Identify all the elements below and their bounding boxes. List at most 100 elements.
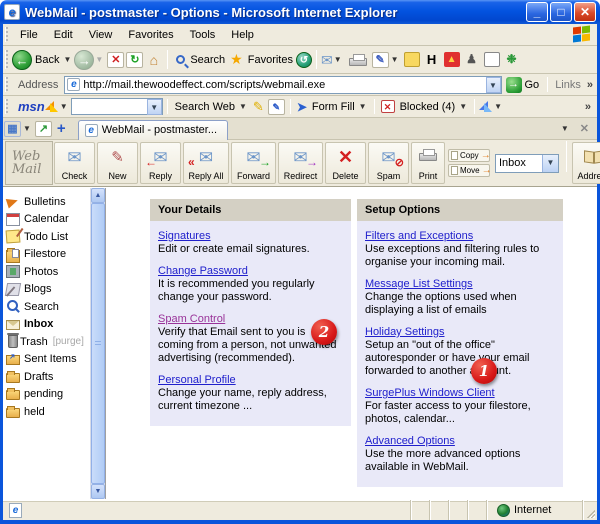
address-dropdown-icon[interactable]: ▼	[486, 77, 501, 93]
messenger-note-icon[interactable]	[404, 52, 420, 67]
highlight-viewer-icon[interactable]: ✎	[268, 99, 285, 115]
personal-profile-link[interactable]: Personal Profile	[158, 374, 236, 386]
sidebar-item-todo-list[interactable]: Todo List	[6, 228, 90, 246]
minimize-button[interactable]: _	[526, 2, 548, 22]
sidebar-item-sent-items[interactable]: Sent Items	[6, 351, 90, 369]
toolbar-grip[interactable]	[5, 99, 8, 114]
scrollbar-thumb[interactable]	[91, 203, 105, 484]
surgeplus-client-link[interactable]: SurgePlus Windows Client	[365, 387, 495, 399]
sidebar-scrollbar[interactable]: ▲ ▼	[90, 188, 105, 499]
menu-edit[interactable]: Edit	[46, 26, 81, 44]
window-icon[interactable]	[484, 52, 500, 67]
spam-button[interactable]: ✉⊘ Spam	[368, 142, 409, 184]
toolbar-grip[interactable]	[5, 50, 8, 69]
sidebar-item-held[interactable]: held	[6, 403, 90, 421]
quick-tabs-dropdown-icon[interactable]: ▼	[23, 124, 31, 133]
copy-button[interactable]: Copy →	[448, 149, 490, 162]
print-icon[interactable]	[349, 58, 367, 66]
search-web-label[interactable]: Search Web	[175, 101, 235, 113]
forward-icon[interactable]: →	[74, 50, 94, 70]
new-tab-icon[interactable]: +	[57, 120, 66, 137]
favorites-label[interactable]: Favorites	[248, 54, 293, 66]
print-button[interactable]: Print	[411, 142, 445, 184]
blocked-dropdown-icon[interactable]: ▼	[459, 102, 467, 111]
edit-icon[interactable]: ✎	[372, 52, 389, 68]
highlight-icon[interactable]: ✎	[253, 99, 264, 115]
home-icon[interactable]: ⌂	[145, 52, 162, 68]
mail-dropdown-icon[interactable]: ▼	[334, 55, 342, 64]
stop-icon[interactable]: ✕	[107, 52, 124, 68]
blocked-label[interactable]: Blocked (4)	[400, 101, 456, 113]
address-input[interactable]	[83, 79, 485, 91]
person-icon[interactable]: ♟	[464, 52, 480, 67]
signatures-link[interactable]: Signatures	[158, 230, 211, 242]
quick-tabs-icon[interactable]: ▦	[4, 121, 21, 137]
tab-list-dropdown-icon[interactable]: ▼	[561, 124, 569, 133]
delete-button[interactable]: ✕ Delete	[325, 142, 366, 184]
favorites-star-icon[interactable]: ★	[230, 51, 243, 68]
tab-close-icon[interactable]: ✕	[580, 122, 589, 135]
menu-view[interactable]: View	[81, 26, 121, 44]
msn-logo[interactable]: msn	[18, 99, 45, 114]
resize-grip[interactable]	[583, 500, 597, 520]
spam-control-link[interactable]: Spam Control	[158, 313, 225, 325]
toolbar-grip[interactable]	[5, 27, 8, 42]
holiday-settings-link[interactable]: Holiday Settings	[365, 326, 445, 338]
sidebar-item-pending[interactable]: pending	[6, 386, 90, 404]
green-swirl-icon[interactable]: ❉	[504, 52, 520, 67]
form-fill-label[interactable]: Form Fill	[312, 101, 355, 113]
menu-file[interactable]: File	[12, 26, 46, 44]
sidebar-item-search[interactable]: Search	[6, 298, 90, 316]
scroll-up-icon[interactable]: ▲	[91, 188, 105, 203]
links-more-chevron[interactable]: »	[587, 79, 593, 91]
sidebar-item-blogs[interactable]: Blogs	[6, 281, 90, 299]
maximize-button[interactable]: □	[550, 2, 572, 22]
sidebar-item-trash[interactable]: Trash[purge]	[6, 333, 90, 351]
move-button[interactable]: Move →	[448, 164, 490, 177]
advanced-options-link[interactable]: Advanced Options	[365, 435, 455, 447]
menu-favorites[interactable]: Favorites	[120, 26, 181, 44]
sidebar-item-filestore[interactable]: Filestore	[6, 246, 90, 264]
back-icon[interactable]: ←	[12, 50, 32, 70]
msn-dropdown-icon[interactable]: ▼	[60, 102, 68, 111]
mail-icon[interactable]: ✉	[321, 53, 333, 67]
open-page-icon[interactable]: ↗	[35, 121, 52, 137]
close-button[interactable]: ✕	[574, 2, 596, 22]
form-fill-dropdown-icon[interactable]: ▼	[359, 102, 367, 111]
forward-dropdown-icon[interactable]: ▼	[95, 55, 103, 64]
sidebar-item-drafts[interactable]: Drafts	[6, 368, 90, 386]
h-logo-icon[interactable]: H	[424, 52, 440, 67]
search-web-dropdown-icon[interactable]: ▼	[239, 102, 247, 111]
go-button[interactable]: → Go	[506, 77, 540, 93]
change-password-link[interactable]: Change Password	[158, 265, 248, 277]
msn-search-dropdown-icon[interactable]: ▼	[147, 99, 162, 115]
sidebar-item-bulletins[interactable]: Bulletins	[6, 193, 90, 211]
menu-help[interactable]: Help	[223, 26, 262, 44]
forward-button[interactable]: ✉→ Forward	[231, 142, 276, 184]
msn-search-input[interactable]: ▼	[71, 98, 163, 115]
refresh-icon[interactable]: ↻	[126, 52, 143, 68]
back-label[interactable]: Back	[35, 54, 59, 66]
filters-and-exceptions-link[interactable]: Filters and Exceptions	[365, 230, 473, 242]
message-list-settings-link[interactable]: Message List Settings	[365, 278, 473, 290]
address-button[interactable]: Address	[572, 142, 600, 184]
back-dropdown-icon[interactable]: ▼	[63, 55, 71, 64]
search-icon[interactable]	[176, 55, 185, 64]
messenger-icon[interactable]	[479, 101, 491, 113]
check-button[interactable]: ✉ Check	[54, 142, 95, 184]
edit-dropdown-icon[interactable]: ▼	[391, 55, 399, 64]
scroll-down-icon[interactable]: ▼	[91, 484, 105, 499]
toolbar-grip[interactable]	[5, 77, 8, 92]
bird-icon[interactable]: ▲	[444, 52, 460, 67]
menu-tools[interactable]: Tools	[182, 26, 224, 44]
redirect-button[interactable]: ✉→ Redirect	[278, 142, 323, 184]
reply-button[interactable]: ✉← Reply	[140, 142, 181, 184]
search-label[interactable]: Search	[190, 54, 225, 66]
history-icon[interactable]: ↺	[296, 52, 312, 68]
trash-purge-link[interactable]: [purge]	[53, 336, 84, 347]
sidebar-item-photos[interactable]: Photos	[6, 263, 90, 281]
new-button[interactable]: ✎ New	[97, 142, 138, 184]
messenger-dropdown-icon[interactable]: ▼	[494, 102, 502, 111]
sidebar-item-inbox[interactable]: Inbox	[6, 316, 90, 334]
msn-more-chevron[interactable]: »	[585, 101, 591, 113]
